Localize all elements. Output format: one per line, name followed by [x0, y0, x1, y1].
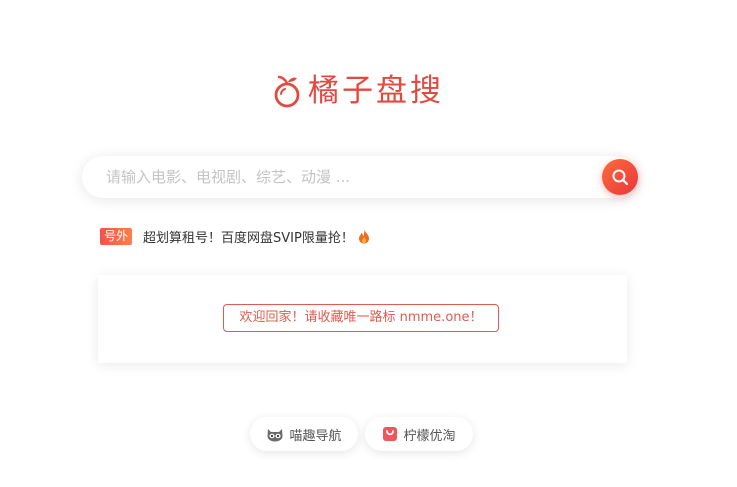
site-title: 橘子盘搜	[308, 73, 444, 109]
link-label: 喵趣导航	[289, 428, 342, 444]
cat-face-icon	[267, 429, 283, 442]
link-label: 柠檬优淘	[403, 428, 456, 444]
search-input[interactable]	[106, 156, 586, 198]
promo-badge: 号外	[100, 227, 133, 245]
link-lemon-shop[interactable]: 柠檬优淘	[365, 417, 473, 451]
orange-icon	[274, 75, 300, 108]
search-bar	[82, 156, 638, 198]
promo-link[interactable]: 超划算租号！百度网盘SVIP限量抢！	[143, 227, 354, 246]
link-miaoqu-nav[interactable]: 喵趣导航	[250, 417, 358, 451]
site-logo[interactable]: 橘子盘搜	[272, 70, 444, 112]
promo-banner[interactable]: 号外 超划算租号！百度网盘SVIP限量抢！	[100, 227, 370, 246]
search-icon	[612, 169, 629, 186]
fire-icon	[358, 229, 369, 243]
search-button[interactable]	[602, 159, 638, 195]
notice-text: 欢迎回家！请收藏唯一路标 nmme.one！	[223, 304, 499, 332]
notice-card: 欢迎回家！请收藏唯一路标 nmme.one！	[98, 275, 627, 363]
shopping-bag-icon	[383, 427, 398, 441]
